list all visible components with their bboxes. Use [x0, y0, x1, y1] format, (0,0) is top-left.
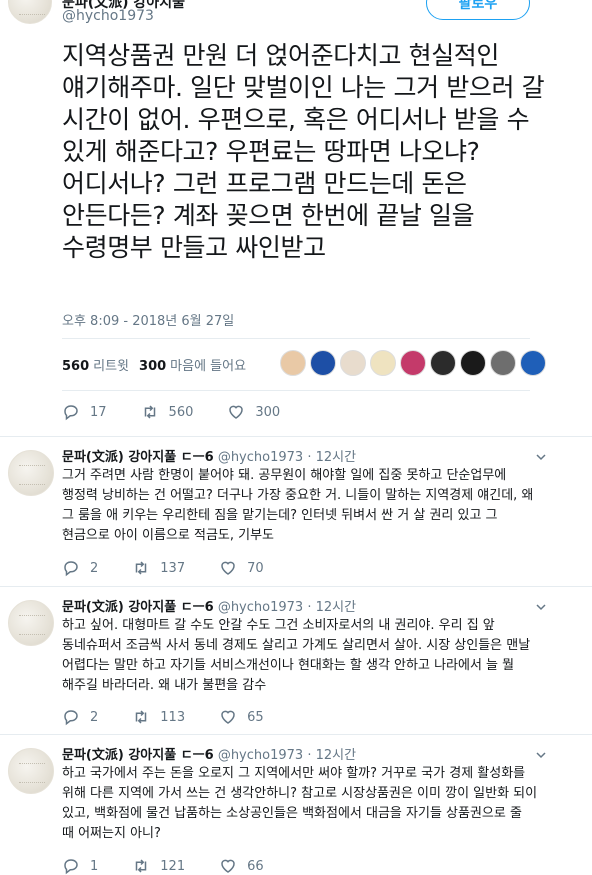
heart-icon	[229, 405, 244, 419]
liker-avatar[interactable]	[490, 350, 516, 376]
retweet-action[interactable]: 137	[132, 559, 185, 577]
heart-icon	[221, 710, 235, 724]
like-count: 65	[247, 709, 264, 725]
reply-text: 하고 싶어. 대형마트 갈 수도 안갈 수도 그건 소비자로서의 내 권리야. …	[62, 618, 531, 693]
retweet-count: 113	[160, 709, 186, 725]
liker-avatar[interactable]	[310, 350, 336, 376]
reply-author-name[interactable]: 문파(文派) 강아지풀 ㄷㅡ6	[62, 600, 214, 615]
like-stat[interactable]: 300 마음에 들어요	[139, 355, 246, 374]
reply-text: 하고 국가에서 주는 돈을 오로지 그 지역에서만 써야 할까? 거꾸로 국가 …	[62, 766, 538, 841]
reply-avatar[interactable]	[8, 748, 54, 794]
chevron-down-icon[interactable]	[536, 602, 546, 612]
reply-avatar[interactable]	[8, 450, 54, 496]
retweet-action[interactable]: 113	[132, 708, 185, 726]
like-action[interactable]: 66	[219, 857, 264, 875]
retweet-count: 121	[160, 858, 186, 874]
like-count: 300	[139, 358, 167, 374]
reply-header: 문파(文派) 강아지풀 ㄷㅡ6 @hycho1973 · 12시간	[62, 744, 356, 763]
liker-avatars	[280, 350, 546, 376]
divider	[0, 586, 592, 587]
retweet-stat[interactable]: 560 리트윗	[62, 355, 129, 374]
engagement-stats: 560 리트윗 300 마음에 들어요	[62, 350, 246, 378]
tweet-actions: 17 560 300	[62, 403, 314, 421]
divider	[0, 734, 592, 735]
like-count: 66	[247, 858, 264, 874]
reply-count: 2	[90, 560, 99, 576]
reply-action[interactable]: 2	[62, 559, 98, 577]
reply-author-name[interactable]: 문파(文派) 강아지풀 ㄷㅡ6	[62, 450, 214, 465]
reply-avatar[interactable]	[8, 600, 54, 646]
reply-icon	[64, 561, 78, 577]
heart-icon	[221, 561, 235, 575]
reply-action[interactable]: 17	[62, 403, 107, 421]
reply-count: 2	[90, 709, 99, 725]
author-avatar[interactable]	[8, 0, 52, 24]
liker-avatar[interactable]	[400, 350, 426, 376]
reply-author-name[interactable]: 문파(文派) 강아지풀 ㄷㅡ6	[62, 748, 214, 763]
reply-count: 1	[90, 858, 99, 874]
liker-avatar[interactable]	[370, 350, 396, 376]
reply-actions: 2 137 70	[62, 559, 298, 577]
retweet-label: 리트윗	[93, 358, 130, 374]
reply-icon	[64, 710, 78, 726]
retweet-icon	[136, 710, 147, 724]
like-action[interactable]: 70	[219, 559, 264, 577]
divider	[62, 338, 530, 339]
retweet-icon	[136, 561, 147, 575]
like-action[interactable]: 300	[227, 403, 280, 421]
retweet-icon	[144, 405, 155, 419]
liker-avatar[interactable]	[520, 350, 546, 376]
chevron-down-icon[interactable]	[536, 750, 546, 760]
reply-actions: 1 121 66	[62, 857, 298, 875]
reply-time[interactable]: · 12시간	[307, 600, 356, 615]
divider	[62, 390, 530, 391]
reply-time[interactable]: · 12시간	[307, 748, 356, 763]
reply-text: 그거 주려면 사람 한명이 붙어야 돼. 공무원이 해야할 일에 집중 못하고 …	[62, 468, 534, 543]
reply-actions: 2 113 65	[62, 708, 298, 726]
chevron-down-icon[interactable]	[536, 452, 546, 462]
reply-handle[interactable]: @hycho1973	[218, 450, 303, 465]
like-count: 70	[247, 560, 264, 576]
like-action[interactable]: 65	[219, 708, 264, 726]
tweet-timestamp[interactable]: 오후 8:09 - 2018년 6월 27일	[62, 310, 234, 329]
heart-icon	[221, 859, 235, 873]
reply-icon	[64, 859, 78, 875]
liker-avatar[interactable]	[430, 350, 456, 376]
retweet-icon	[136, 859, 147, 873]
liker-avatar[interactable]	[280, 350, 306, 376]
liker-avatar[interactable]	[460, 350, 486, 376]
author-handle[interactable]: @hycho1973	[62, 8, 154, 24]
reply-icon	[64, 405, 78, 421]
like-count-action: 300	[255, 404, 281, 420]
like-label: 마음에 들어요	[170, 358, 247, 374]
retweet-count: 137	[160, 560, 186, 576]
retweet-action[interactable]: 560	[141, 403, 194, 421]
follow-button[interactable]: 팔로우	[426, 0, 530, 20]
reply-count: 17	[90, 404, 107, 420]
reply-handle[interactable]: @hycho1973	[218, 600, 303, 615]
reply-header: 문파(文派) 강아지풀 ㄷㅡ6 @hycho1973 · 12시간	[62, 446, 356, 465]
reply-action[interactable]: 1	[62, 857, 98, 875]
retweet-action[interactable]: 121	[132, 857, 185, 875]
reply-handle[interactable]: @hycho1973	[218, 748, 303, 763]
liker-avatar[interactable]	[340, 350, 366, 376]
retweet-count-action: 560	[168, 404, 194, 420]
reply-header: 문파(文派) 강아지풀 ㄷㅡ6 @hycho1973 · 12시간	[62, 596, 356, 615]
reply-time[interactable]: · 12시간	[307, 450, 356, 465]
reply-action[interactable]: 2	[62, 708, 98, 726]
divider	[0, 436, 592, 437]
tweet-text: 지역상품권 만원 더 얹어준다치고 현실적인 얘기해주마. 일단 맞벌이인 나는…	[62, 41, 545, 262]
retweet-count: 560	[62, 358, 90, 374]
